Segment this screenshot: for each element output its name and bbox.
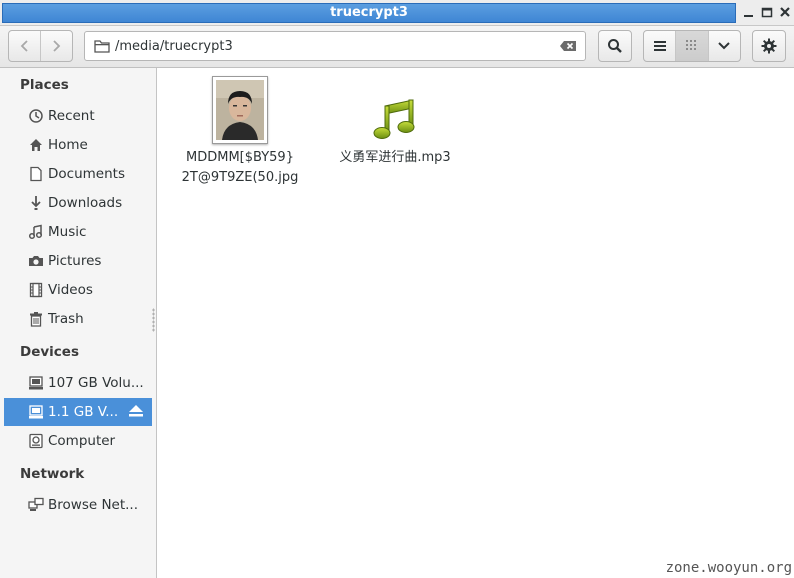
forward-button[interactable]	[41, 31, 72, 61]
sidebar-item-label: 1.1 GB V...	[48, 404, 119, 420]
maximize-icon	[761, 7, 773, 18]
file-name-continued: 2T@9T9ZE(50.jpg	[181, 170, 299, 185]
close-icon	[780, 7, 790, 17]
sidebar: Places Recent Home Documents Downloads M…	[0, 68, 157, 578]
view-options-button[interactable]	[709, 31, 740, 61]
sidebar-item-107gb-volume[interactable]: 107 GB Volu...	[4, 369, 152, 397]
sidebar-item-downloads[interactable]: Downloads	[4, 189, 152, 217]
chevron-down-icon	[718, 42, 731, 50]
image-thumbnail	[212, 76, 268, 144]
file-view[interactable]: MDDMM[$BY59} 2T@9T9ZE(50.jpg 义勇军进行曲.mp3 …	[158, 68, 794, 578]
sidebar-item-label: Computer	[48, 433, 116, 449]
download-icon	[28, 195, 46, 211]
close-button[interactable]	[777, 4, 793, 20]
music-note-icon	[373, 99, 415, 139]
sidebar-item-label: 107 GB Volu...	[48, 375, 144, 391]
window-titlebar: truecrypt3	[0, 0, 794, 26]
location-path: /media/truecrypt3	[115, 39, 233, 54]
maximize-button[interactable]	[759, 4, 775, 20]
sidebar-item-label: Music	[48, 224, 87, 240]
sidebar-item-label: Trash	[48, 311, 84, 327]
camera-icon	[28, 253, 46, 269]
search-button[interactable]	[598, 30, 632, 62]
file-name: 义勇军进行曲.mp3	[339, 150, 451, 165]
sidebar-item-pictures[interactable]: Pictures	[4, 247, 152, 275]
sidebar-item-computer[interactable]: Computer	[4, 427, 152, 455]
location-bar[interactable]: /media/truecrypt3	[84, 31, 586, 61]
drive-icon	[28, 404, 46, 420]
navigation-buttons	[8, 30, 73, 62]
trash-icon	[28, 311, 46, 327]
sidebar-item-label: Downloads	[48, 195, 123, 211]
sidebar-item-music[interactable]: Music	[4, 218, 152, 246]
view-buttons	[643, 30, 741, 62]
places-heading: Places	[20, 77, 69, 93]
sidebar-item-label: Pictures	[48, 253, 102, 269]
grid-view-button[interactable]	[676, 31, 708, 61]
file-item-audio[interactable]: 义勇军进行曲.mp3	[328, 96, 462, 168]
sidebar-item-label: Browse Net...	[48, 497, 139, 513]
back-arrow-icon	[20, 40, 28, 52]
sidebar-item-recent[interactable]: Recent	[4, 102, 152, 130]
sidebar-item-label: Recent	[48, 108, 95, 124]
devices-heading: Devices	[20, 344, 79, 360]
grid-icon	[686, 40, 696, 50]
sidebar-item-label: Videos	[48, 282, 93, 298]
list-icon	[653, 41, 666, 51]
header-bar: /media/truecrypt3	[0, 26, 794, 68]
network-heading: Network	[20, 466, 85, 482]
window-title: truecrypt3	[2, 3, 736, 23]
watermark: zone.wooyun.org	[665, 560, 792, 576]
forward-arrow-icon	[53, 40, 61, 52]
minimize-button[interactable]	[741, 4, 757, 20]
film-icon	[28, 282, 46, 298]
eject-icon[interactable]	[128, 404, 144, 422]
sidebar-item-label: Home	[48, 137, 88, 153]
network-icon	[28, 497, 46, 513]
drive-icon	[28, 375, 46, 391]
clear-location-icon[interactable]	[559, 40, 577, 56]
sidebar-item-browse-network[interactable]: Browse Net...	[4, 491, 152, 519]
sidebar-item-label: Documents	[48, 166, 125, 182]
clock-icon	[28, 108, 46, 124]
sidebar-resize-handle[interactable]	[152, 308, 155, 332]
minimize-icon	[744, 15, 753, 17]
sidebar-item-1gb-volume[interactable]: 1.1 GB V...	[4, 398, 152, 426]
music-icon	[28, 224, 46, 240]
gear-icon	[761, 38, 777, 54]
back-button[interactable]	[9, 31, 40, 61]
settings-button[interactable]	[752, 30, 786, 62]
sidebar-item-trash[interactable]: Trash	[4, 305, 152, 333]
file-name: MDDMM[$BY59}	[186, 150, 294, 165]
search-icon	[608, 39, 622, 53]
home-icon	[28, 137, 46, 153]
sidebar-item-documents[interactable]: Documents	[4, 160, 152, 188]
computer-icon	[28, 433, 46, 449]
list-view-button[interactable]	[644, 31, 675, 61]
document-icon	[28, 166, 46, 182]
folder-icon	[94, 39, 110, 57]
file-item-image[interactable]: MDDMM[$BY59} 2T@9T9ZE(50.jpg	[176, 76, 304, 188]
sidebar-item-videos[interactable]: Videos	[4, 276, 152, 304]
person-photo-icon	[216, 80, 264, 140]
sidebar-item-home[interactable]: Home	[4, 131, 152, 159]
